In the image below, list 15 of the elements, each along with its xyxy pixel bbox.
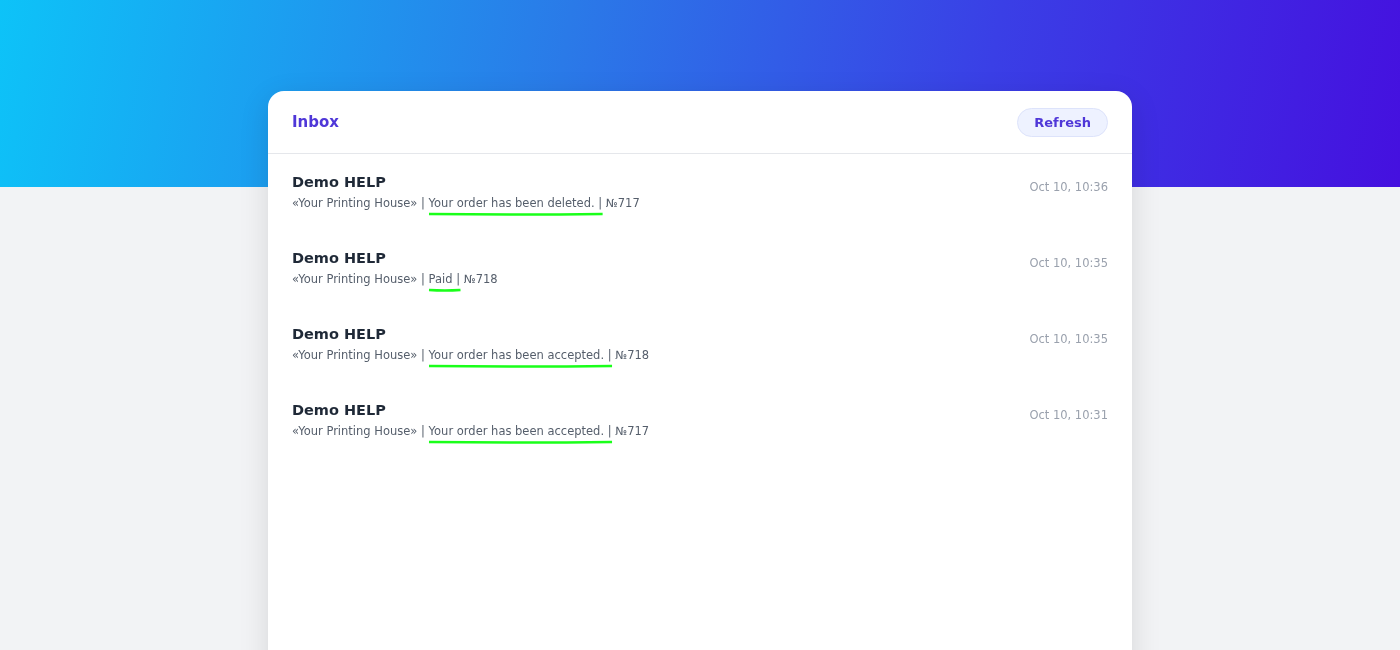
message-preview: «Your Printing House» | Your order has been accepted. | №717 [292,424,650,438]
refresh-button[interactable]: Refresh [1017,107,1108,137]
message-preview: «Your Printing House» | Your order has been accepted. | №718 [292,348,650,362]
message-preview: «Your Printing House» | Paid | №718 [292,272,498,286]
message-sender: Demo HELP [292,174,387,190]
inbox-title: Inbox [292,113,339,131]
underline-mark [428,288,461,292]
message-time: Oct 10, 10:35 [1029,255,1108,272]
message-sender: Demo HELP [292,250,387,266]
message-sender: Demo HELP [292,326,387,342]
message-sender: Demo HELP [292,402,387,418]
message-time: Oct 10, 10:35 [1029,331,1108,348]
message-time: Oct 10, 10:31 [1029,407,1108,424]
message-time: Oct 10, 10:36 [1029,179,1108,196]
message-preview: «Your Printing House» | Your order has been deleted. | №717 [292,196,640,210]
